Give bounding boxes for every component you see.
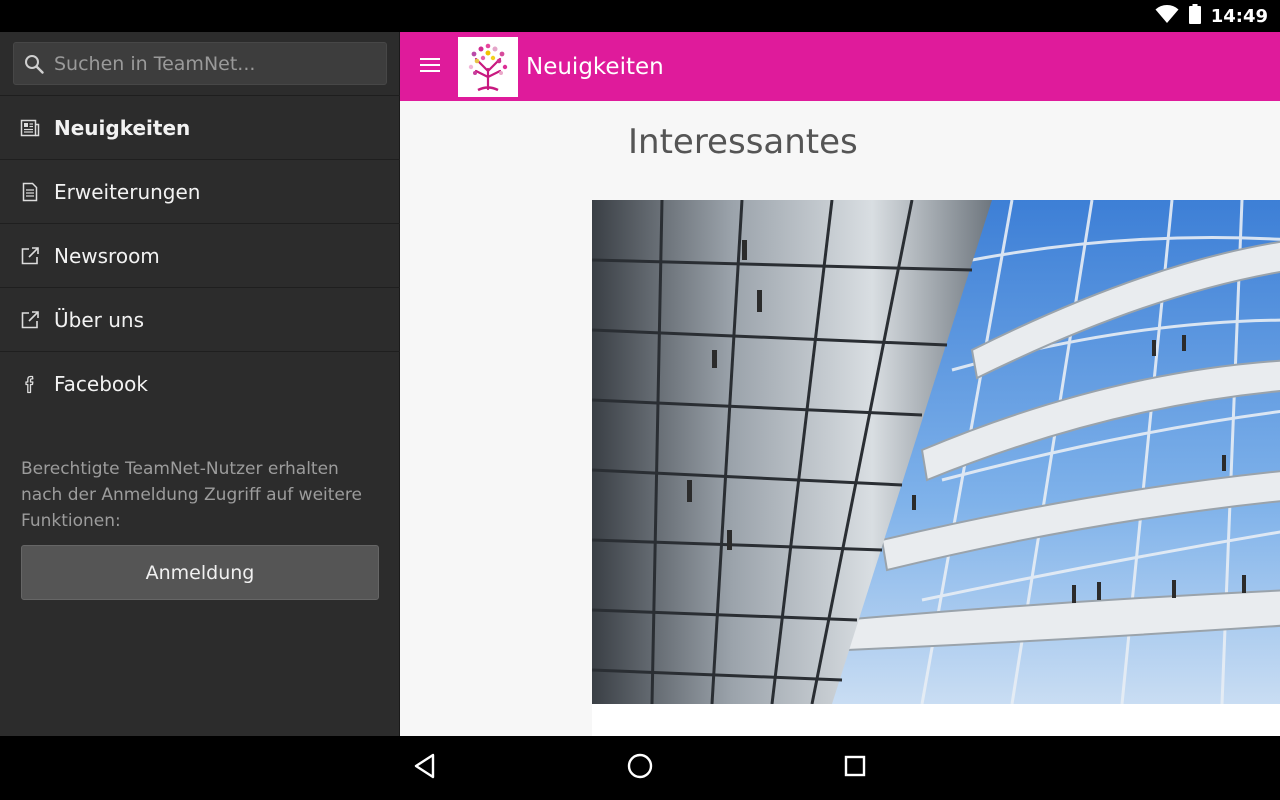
clock: 14:49 [1210,5,1268,27]
system-navigation-bar [0,736,1280,800]
app-title: Neuigkeiten [526,53,664,80]
hamburger-icon [420,57,440,77]
drawer-item-label: Facebook [54,372,148,396]
drawer-item-label: Newsroom [54,243,160,268]
main-content: Neuigkeiten Interessantes [400,32,1280,736]
battery-icon [1188,4,1201,28]
external-link-icon [20,246,40,266]
navigation-drawer: Neuigkeiten Erweiterungen Newsroom Über … [0,32,400,736]
facebook-icon [20,374,40,394]
external-link-icon [20,310,40,330]
drawer-item-erweiterungen[interactable]: Erweiterungen [0,160,400,224]
drawer-item-label: Erweiterungen [54,179,201,204]
teamnet-logo [458,36,518,97]
newspaper-icon [20,118,40,138]
home-circle-icon [626,752,654,784]
drawer-item-label: Über uns [54,307,144,332]
menu-button[interactable] [400,32,460,101]
drawer-item-facebook[interactable]: Facebook [0,352,400,416]
home-button[interactable] [610,736,670,800]
login-hint: Berechtigte TeamNet-Nutzer erhalten nach… [21,459,362,531]
article-card[interactable] [592,200,1280,736]
back-triangle-icon [413,753,437,783]
app-bar: Neuigkeiten [400,32,1280,101]
recents-button[interactable] [825,736,885,800]
section-heading: Interessantes [628,122,858,162]
wifi-icon [1155,4,1179,28]
document-icon [20,182,40,202]
recents-square-icon [843,754,867,782]
back-button[interactable] [395,736,455,800]
drawer-item-newsroom[interactable]: Newsroom [0,224,400,288]
drawer-item-ueber-uns[interactable]: Über uns [0,288,400,352]
article-image[interactable] [592,200,1280,704]
drawer-item-label: Neuigkeiten [54,115,191,140]
search-box[interactable] [13,42,387,85]
drawer-menu: Neuigkeiten Erweiterungen Newsroom Über … [0,96,400,416]
drawer-item-neuigkeiten[interactable]: Neuigkeiten [0,96,400,160]
status-bar: 14:49 [0,0,1280,32]
status-indicators: 14:49 [1155,0,1268,32]
search-input[interactable] [54,52,386,75]
search-icon [14,44,54,84]
login-button[interactable]: Anmeldung [21,545,379,600]
